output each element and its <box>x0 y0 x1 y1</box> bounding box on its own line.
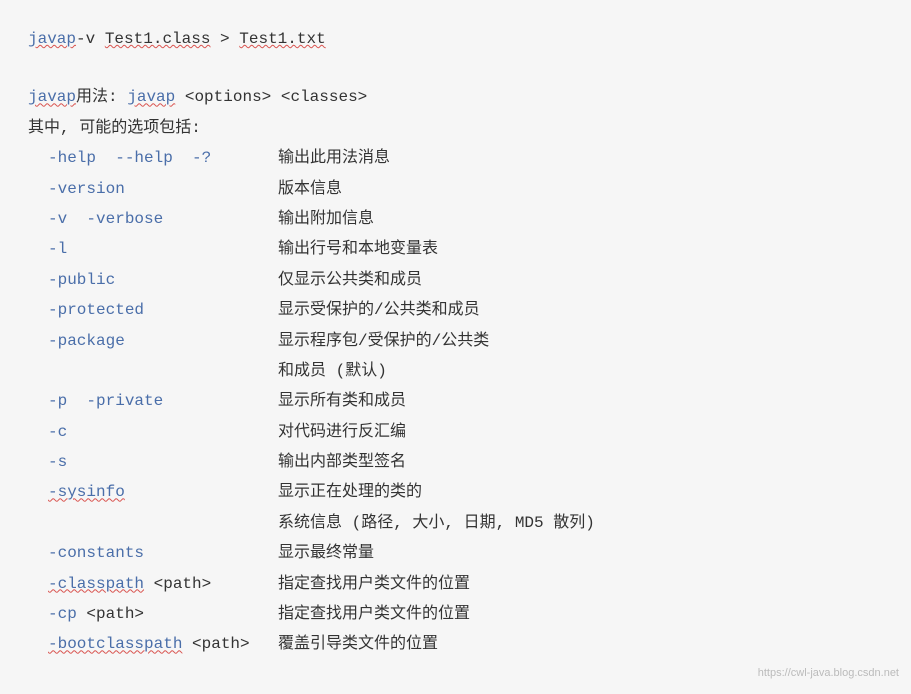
flag-text: -c <box>48 423 67 441</box>
command-file-2: Test1.txt <box>239 30 325 48</box>
option-row: -constants 显示最终常量 <box>28 538 883 568</box>
option-description: 显示受保护的/公共类和成员 <box>278 295 883 325</box>
option-row: -package 显示程序包/受保护的/公共类 <box>28 326 883 356</box>
flag-text: -bootclasspath <box>48 635 182 653</box>
usage-line: javap用法: javap <options> <classes> <box>28 82 883 112</box>
flag-tail: <path> <box>144 575 211 593</box>
option-row: -p -private 显示所有类和成员 <box>28 386 883 416</box>
flag-text: -l <box>48 240 67 258</box>
flag-tail: <path> <box>182 635 249 653</box>
option-row: -v -verbose 输出附加信息 <box>28 204 883 234</box>
option-row: -classpath <path>指定查找用户类文件的位置 <box>28 569 883 599</box>
watermark: https://cwl-java.blog.csdn.net <box>758 663 899 684</box>
option-description: 输出附加信息 <box>278 204 883 234</box>
flag-text: -classpath <box>48 575 144 593</box>
option-flag: -cp <path> <box>28 599 278 629</box>
option-row: -sysinfo 显示正在处理的类的 <box>28 477 883 507</box>
option-flag: -version <box>28 174 278 204</box>
flag-text: -sysinfo <box>48 483 125 501</box>
option-description: 显示正在处理的类的 <box>278 477 883 507</box>
option-row: -cp <path>指定查找用户类文件的位置 <box>28 599 883 629</box>
option-description: 输出行号和本地变量表 <box>278 234 883 264</box>
option-description: 显示程序包/受保护的/公共类 <box>278 326 883 356</box>
option-flag: -l <box>28 234 278 264</box>
option-description: 系统信息 (路径, 大小, 日期, MD5 散列) <box>278 508 883 538</box>
option-description: 仅显示公共类和成员 <box>278 265 883 295</box>
option-row: -public 仅显示公共类和成员 <box>28 265 883 295</box>
usage-prefix: javap <box>28 88 76 106</box>
flag-text: -package <box>48 332 125 350</box>
option-row: -l 输出行号和本地变量表 <box>28 234 883 264</box>
option-description: 显示最终常量 <box>278 538 883 568</box>
option-flag: -constants <box>28 538 278 568</box>
option-row: -help --help -? 输出此用法消息 <box>28 143 883 173</box>
flag-text: -protected <box>48 301 144 319</box>
option-description: 版本信息 <box>278 174 883 204</box>
option-flag <box>28 508 278 538</box>
option-flag: -bootclasspath <path> <box>28 629 278 659</box>
option-row: 和成员 (默认) <box>28 356 883 386</box>
flag-text: -version <box>48 180 125 198</box>
option-description: 和成员 (默认) <box>278 356 883 386</box>
command-line: javap-v Test1.class > Test1.txt <box>28 24 883 54</box>
option-flag: -classpath <path> <box>28 569 278 599</box>
flag-text: -cp <box>48 605 77 623</box>
flag-text: -help --help -? <box>48 149 211 167</box>
flag-text: -v -verbose <box>48 210 163 228</box>
option-description: 显示所有类和成员 <box>278 386 883 416</box>
option-row: -s 输出内部类型签名 <box>28 447 883 477</box>
option-description: 输出内部类型签名 <box>278 447 883 477</box>
option-row: -bootclasspath <path>覆盖引导类文件的位置 <box>28 629 883 659</box>
command-args-1: -v <box>76 30 105 48</box>
option-row: -c 对代码进行反汇编 <box>28 417 883 447</box>
option-row: -protected 显示受保护的/公共类和成员 <box>28 295 883 325</box>
flag-text: -public <box>48 271 115 289</box>
subtitle: 其中, 可能的选项包括: <box>28 113 883 143</box>
flag-text: -constants <box>48 544 144 562</box>
option-flag: -sysinfo <box>28 477 278 507</box>
usage-options: <options> <classes> <box>175 88 367 106</box>
option-flag: -protected <box>28 295 278 325</box>
option-flag: -s <box>28 447 278 477</box>
option-description: 指定查找用户类文件的位置 <box>278 569 883 599</box>
option-row: 系统信息 (路径, 大小, 日期, MD5 散列) <box>28 508 883 538</box>
option-flag: -c <box>28 417 278 447</box>
command-name: javap <box>28 30 76 48</box>
option-description: 输出此用法消息 <box>278 143 883 173</box>
option-flag: -help --help -? <box>28 143 278 173</box>
flag-text: -p -private <box>48 392 163 410</box>
option-flag: -p -private <box>28 386 278 416</box>
option-flag: -package <box>28 326 278 356</box>
option-row: -version 版本信息 <box>28 174 883 204</box>
option-flag: -public <box>28 265 278 295</box>
usage-label: 用法: <box>76 88 127 106</box>
option-description: 对代码进行反汇编 <box>278 417 883 447</box>
command-file-1: Test1.class <box>105 30 211 48</box>
command-args-2: > <box>210 30 239 48</box>
option-description: 指定查找用户类文件的位置 <box>278 599 883 629</box>
option-flag <box>28 356 278 386</box>
option-description: 覆盖引导类文件的位置 <box>278 629 883 659</box>
flag-tail: <path> <box>77 605 144 623</box>
options-list: -help --help -?输出此用法消息-version版本信息-v -ve… <box>28 143 883 660</box>
option-flag: -v -verbose <box>28 204 278 234</box>
usage-cmd: javap <box>127 88 175 106</box>
flag-text: -s <box>48 453 67 471</box>
